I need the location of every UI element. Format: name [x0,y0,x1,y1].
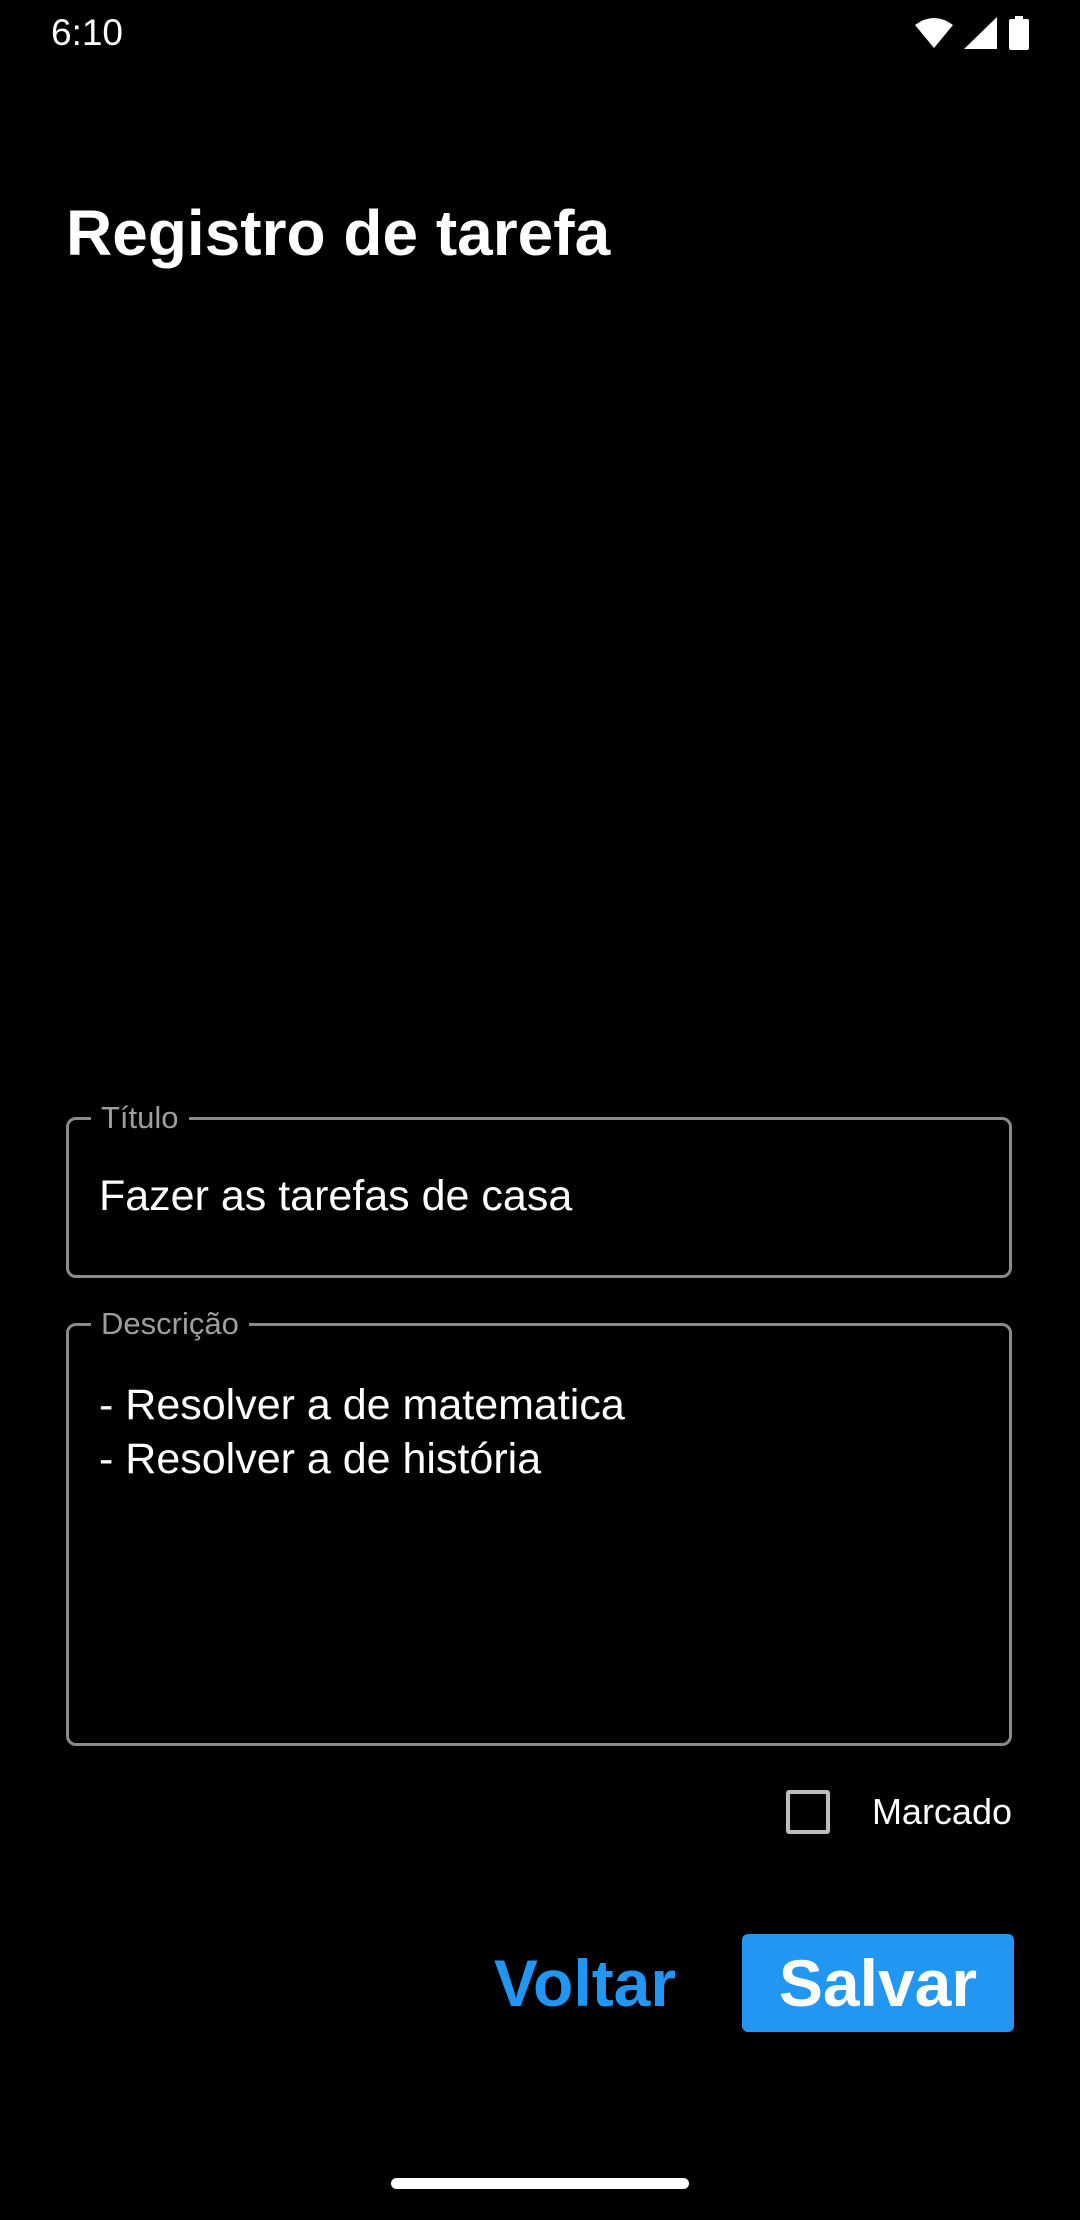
battery-icon [1009,16,1029,50]
description-field[interactable]: Descrição - Resolver a de matematica - R… [66,1304,1012,1746]
description-line: - Resolver a de história [99,1435,542,1483]
title-field-label: Título [91,1098,189,1138]
wifi-icon [915,18,953,48]
status-icons [914,14,1030,52]
status-bar: 6:10 [0,0,1080,66]
back-button[interactable]: Voltar [470,1934,700,2032]
description-line: - Resolver a de matematica [99,1381,625,1429]
save-button[interactable]: Salvar [742,1934,1014,2032]
title-field-value[interactable]: Fazer as tarefas de casa [99,1172,572,1221]
title-field[interactable]: Título Fazer as tarefas de casa [66,1098,1012,1278]
home-indicator[interactable] [391,2178,689,2189]
description-field-value[interactable]: - Resolver a de matematica - Resolver a … [99,1378,625,1486]
description-field-label: Descrição [91,1304,249,1344]
status-time: 6:10 [51,12,124,53]
checkbox-row[interactable]: Marcado [785,1784,1012,1840]
signal-icon [964,17,997,49]
checkbox-label: Marcado [871,1791,1012,1832]
page-title: Registro de tarefa [66,197,611,269]
marked-checkbox[interactable] [785,1790,830,1834]
